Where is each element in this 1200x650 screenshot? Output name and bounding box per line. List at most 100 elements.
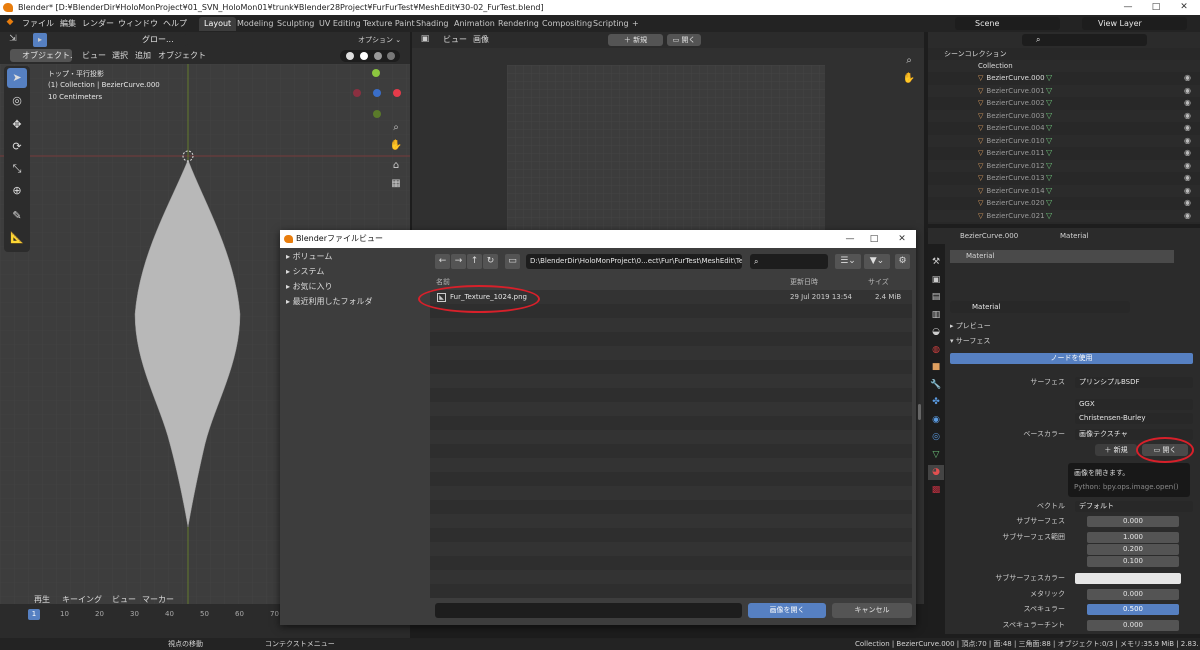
visibility-eye-icon[interactable]: ◉ [1184,136,1194,146]
add-workspace-button[interactable]: + [627,17,644,31]
pan-hand-icon[interactable]: ✋ [388,140,404,151]
outliner-item[interactable]: ▽ BezierCurve.004 [928,122,1200,134]
close-window-button[interactable]: ✕ [1170,0,1198,15]
shading-mode-buttons[interactable] [340,50,400,62]
outliner-item[interactable]: ▽ BezierCurve.021 [928,209,1200,222]
sidebar-recent[interactable]: ▸ 最近利用したフォルダ [286,295,373,309]
filename-input[interactable] [435,603,742,618]
timeline-menu-keying[interactable]: キーイング [62,592,102,608]
parent-dir-icon[interactable]: ↑ [467,254,482,269]
select-box-tool-icon[interactable]: ▸ [33,33,47,47]
render-shading-icon[interactable] [387,52,395,60]
view-layer-selector[interactable]: View Layer [1082,17,1187,30]
outliner-item[interactable]: ▽ BezierCurve.003 [928,109,1200,122]
open-image-button[interactable]: 画像を開く [748,603,826,618]
visibility-eye-icon[interactable]: ◉ [1184,111,1194,121]
tab-shading[interactable]: Shading [411,17,454,31]
outliner-search-input[interactable]: ⌕ [1022,34,1147,46]
material-tab-icon[interactable]: ◕ [928,465,944,480]
gizmo-x-axis-icon[interactable] [393,89,401,97]
gizmo-z-axis-icon[interactable] [373,89,381,97]
visibility-eye-icon[interactable]: ◉ [1184,198,1194,208]
cursor-tool-icon[interactable]: ◎ [7,91,27,111]
outliner-collection[interactable]: Collection [928,60,1200,72]
property-number-field[interactable]: 1.000 [1087,532,1179,543]
property-number-field[interactable]: 0.000 [1087,516,1179,527]
blender-menu-icon[interactable]: ◆ [4,17,16,29]
property-color-swatch[interactable] [1075,573,1181,584]
visibility-eye-icon[interactable]: ◉ [1184,161,1194,171]
property-number-field[interactable]: 0.500 [1087,604,1179,615]
visibility-eye-icon[interactable]: ◉ [1184,186,1194,196]
gizmo-neg-x-axis-icon[interactable] [353,89,361,97]
file-list-scrollbar[interactable] [918,404,921,420]
wireframe-shading-icon[interactable] [346,52,354,60]
tool-tab-icon[interactable]: ⚒ [928,255,944,270]
viewport-menu-view[interactable]: ビュー [82,48,106,64]
viewport-menu-object[interactable]: オブジェクト [158,48,206,64]
settings-gear-icon[interactable]: ⚙ [895,254,910,269]
property-dropdown[interactable]: プリンシプルBSDF [1075,377,1193,388]
image-open-button[interactable]: ▭ 開く [667,34,701,46]
forward-arrow-icon[interactable]: → [451,254,466,269]
image-zoom-icon[interactable]: ⌕ [902,55,916,66]
visibility-eye-icon[interactable]: ◉ [1184,123,1194,133]
object-tab-icon[interactable]: ■ [928,360,944,375]
outliner-item[interactable]: ▽ BezierCurve.010 [928,134,1200,147]
timeline-menu-playback[interactable]: 再生 [34,592,50,608]
camera-icon[interactable]: ⌂ [388,160,404,171]
image-editor-type-icon[interactable]: ▣ [418,34,432,44]
editor-type-icon[interactable]: ⇲ [6,34,20,46]
menu-help[interactable]: ヘルプ [163,15,187,32]
scene-tab-icon[interactable]: ◒ [928,325,944,340]
timeline-menu-view[interactable]: ビュー [112,592,136,608]
property-number-field[interactable]: 0.000 [1087,589,1179,600]
visibility-eye-icon[interactable]: ◉ [1184,211,1194,221]
use-nodes-button[interactable]: ノードを使用 [950,353,1193,364]
directory-path-input[interactable]: D:\BlenderDir\HoloMonProject\0...ect\Fur… [526,254,742,269]
minimize-button[interactable]: — [1114,0,1142,15]
zoom-icon[interactable]: ⌕ [388,122,404,133]
material-shading-icon[interactable] [374,52,382,60]
cancel-button[interactable]: キャンセル [832,603,912,618]
filter-icon[interactable]: ▼⌄ [864,254,890,269]
sidebar-volumes[interactable]: ▸ ボリューム [286,250,332,264]
property-number-field[interactable]: 0.000 [1087,620,1179,631]
menu-edit[interactable]: 編集 [60,15,76,32]
menu-window[interactable]: ウィンドウ [118,15,158,32]
gizmo-y-axis-icon[interactable] [372,69,380,77]
solid-shading-icon[interactable] [360,52,368,60]
preview-panel-header[interactable]: ▸ プレビュー [950,321,991,331]
mode-dropdown[interactable]: オブジェクト... [10,49,72,62]
current-frame-indicator[interactable]: 1 [28,609,40,620]
outliner-item[interactable]: ▽ BezierCurve.012 [928,159,1200,172]
dialog-close-button[interactable]: ✕ [888,231,916,247]
options-dropdown[interactable]: オプション ⌄ [358,34,408,46]
material-slot-item[interactable]: Material [950,250,1174,263]
outliner-item[interactable]: ▽ BezierCurve.011 [928,147,1200,159]
image-menu-image[interactable]: 画像 [473,32,489,48]
column-size[interactable]: サイズ [868,275,889,289]
outliner-scene-collection[interactable]: シーンコレクション [928,48,1200,60]
property-dropdown[interactable]: GGX [1075,399,1193,410]
modifier-tab-icon[interactable]: 🔧 [928,378,944,393]
refresh-icon[interactable]: ↻ [483,254,498,269]
new-folder-icon[interactable]: ▭ [505,254,520,269]
render-tab-icon[interactable]: ▣ [928,273,944,288]
world-tab-icon[interactable]: ◍ [928,343,944,358]
outliner-item[interactable]: ▽ BezierCurve.020 [928,197,1200,209]
property-number-field[interactable]: 0.200 [1087,544,1179,555]
transform-orientation-dropdown[interactable]: グロー... [128,34,188,46]
image-pan-icon[interactable]: ✋ [902,73,916,84]
data-tab-icon[interactable]: ▽ [928,448,944,463]
sidebar-system[interactable]: ▸ システム [286,265,324,279]
property-number-field[interactable]: 0.100 [1087,556,1179,567]
visibility-eye-icon[interactable]: ◉ [1184,73,1194,83]
timeline-menu-marker[interactable]: マーカー [142,592,174,608]
texture-new-button[interactable]: ＋ 新規 [1095,444,1137,456]
outliner-item[interactable]: ▽ BezierCurve.000 [928,72,1200,84]
visibility-eye-icon[interactable]: ◉ [1184,86,1194,96]
property-dropdown[interactable]: デフォルト [1075,501,1193,512]
property-dropdown[interactable]: Christensen-Burley [1075,413,1193,424]
measure-tool-icon[interactable]: 📐 [7,228,27,248]
